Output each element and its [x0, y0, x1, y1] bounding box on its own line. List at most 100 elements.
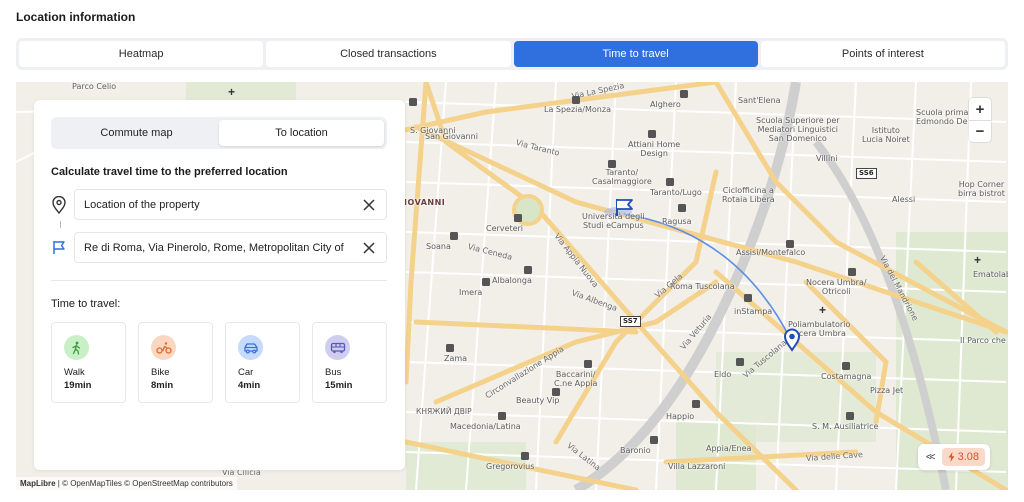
bus-stop-icon	[572, 96, 580, 104]
mode-card-bus[interactable]: Bus 15min	[312, 322, 387, 403]
origin-value: Location of the property	[84, 198, 200, 211]
shop-icon	[648, 130, 656, 138]
segment-commute-map[interactable]: Commute map	[54, 120, 219, 146]
destination-flag-marker[interactable]	[614, 198, 636, 218]
map-label: Cerveteri	[486, 224, 524, 233]
map-label: Soana	[426, 242, 451, 251]
time-to-travel-title: Time to travel:	[51, 298, 121, 310]
map-label: Albalonga	[492, 276, 532, 285]
segment-to-location[interactable]: To location	[219, 120, 384, 146]
shop-icon	[744, 294, 752, 302]
score-badge: 3.08	[941, 448, 985, 466]
road-shield-ss6: SS6	[856, 168, 877, 179]
shop-icon	[552, 388, 560, 396]
mode-card-bike[interactable]: Bike 8min	[138, 322, 213, 403]
map-label: inStampa	[734, 307, 773, 316]
map-label: Scuola Superiore per Mediatori Linguisti…	[756, 116, 840, 144]
bus-stop-icon	[498, 412, 506, 420]
flag-icon	[53, 241, 65, 254]
mode-card-car[interactable]: Car 4min	[225, 322, 300, 403]
bus-stop-icon	[678, 204, 686, 212]
mode-card-walk[interactable]: Walk 19min	[51, 322, 126, 403]
mode-name: Car	[238, 367, 254, 378]
walk-icon	[64, 335, 89, 360]
clear-destination-icon[interactable]	[362, 241, 376, 255]
map-label: San Giovanni	[425, 132, 478, 141]
zoom-in-button[interactable]: +	[969, 98, 991, 120]
lightning-icon	[948, 452, 955, 462]
zoom-out-button[interactable]: −	[969, 120, 991, 142]
mode-time: 15min	[325, 380, 353, 391]
map-label: Appia/Enea	[706, 444, 752, 453]
map-label: Il Parco che non	[960, 336, 1008, 345]
shop-icon	[736, 358, 744, 366]
score-value: 3.08	[957, 451, 979, 463]
road-shield-ss7: SS7	[620, 316, 641, 327]
travel-modes: Walk 19min Bike 8min Car 4min Bus 15min	[51, 322, 387, 403]
map-label: Assisi/Montefalco	[736, 248, 806, 257]
map-label: Villini	[816, 154, 838, 163]
mode-name: Walk	[64, 367, 85, 378]
map-label: Sant'Elena	[738, 96, 781, 105]
collapse-button[interactable]: <<	[926, 452, 936, 463]
bus-stop-icon	[846, 412, 854, 420]
map-label: Imera	[459, 288, 483, 297]
tab-time-to-travel[interactable]: Time to travel	[513, 41, 758, 67]
tab-points-of-interest[interactable]: Points of interest	[760, 41, 1005, 67]
map-label: Taranto/ Casalmaggiore	[592, 168, 652, 187]
bus-icon	[325, 335, 350, 360]
bus-stop-icon	[521, 452, 529, 460]
map-label: Nocera Umbra/ Otricoli	[806, 278, 867, 297]
mode-time: 4min	[238, 380, 261, 391]
pin-icon	[52, 196, 66, 214]
map-label: Ragusa	[662, 217, 692, 226]
origin-row: Location of the property	[51, 189, 387, 221]
calc-title: Calculate travel time to the preferred l…	[51, 166, 288, 178]
bus-stop-icon	[450, 232, 458, 240]
location-tabs: Heatmap Closed transactions Time to trav…	[16, 38, 1008, 70]
bus-stop-icon	[514, 214, 522, 222]
map-label: Ciclofficina a Rotaia Libera	[722, 186, 775, 205]
bus-stop-icon	[608, 160, 616, 168]
property-pin-marker[interactable]	[783, 328, 801, 352]
route-connector	[60, 221, 61, 228]
attribution-brand-link[interactable]: MapLibre	[20, 479, 56, 488]
map-label: Pizza Jet	[870, 386, 904, 395]
map-label: Hop Corner birra bistrot	[958, 180, 1005, 199]
mode-name: Bike	[151, 367, 170, 378]
map-label: Costamagna	[821, 372, 872, 381]
tab-heatmap[interactable]: Heatmap	[19, 41, 264, 67]
bike-icon	[151, 335, 176, 360]
map-attribution: MapLibre | © OpenMapTiles © OpenStreetMa…	[16, 477, 237, 490]
map-label: Taranto/Lugo	[650, 188, 702, 197]
medical-icon: +	[228, 85, 236, 99]
map-label: Villa Lazzaroni	[668, 462, 726, 471]
destination-input[interactable]: Re di Roma, Via Pinerolo, Rome, Metropol…	[74, 232, 387, 263]
bus-stop-icon	[409, 98, 417, 106]
bus-stop-icon	[848, 268, 856, 276]
mode-time: 8min	[151, 380, 174, 391]
map-label: Beauty Vip	[516, 396, 560, 405]
score-widget: << 3.08	[917, 444, 990, 470]
bus-stop-icon	[650, 436, 658, 444]
mode-name: Bus	[325, 367, 342, 378]
bus-stop-icon	[446, 344, 454, 352]
tab-closed-transactions[interactable]: Closed transactions	[266, 41, 511, 67]
clear-origin-icon[interactable]	[362, 198, 376, 212]
bus-stop-icon	[680, 90, 688, 98]
mode-segmented-control: Commute map To location	[51, 117, 387, 149]
divider	[51, 280, 387, 281]
map-label: Baccarini/ C.ne Appia	[554, 370, 598, 389]
bus-stop-icon	[842, 362, 850, 370]
map-label: КНЯЖИЙ ДВІР	[416, 407, 472, 416]
map-label: Alghero	[650, 100, 681, 109]
destination-value: Re di Roma, Via Pinerolo, Rome, Metropol…	[84, 241, 344, 254]
map-label: Ematolab	[973, 270, 1008, 279]
mode-time: 19min	[64, 380, 92, 391]
map-label: Attiani Home Design	[628, 140, 681, 159]
map-label: Macedonia/Latina	[450, 422, 521, 431]
attribution-text[interactable]: | © OpenMapTiles © OpenStreetMap contrib…	[56, 479, 233, 488]
map-label: IOVANNI	[404, 198, 446, 207]
origin-input[interactable]: Location of the property	[74, 189, 387, 220]
bus-stop-icon	[584, 360, 592, 368]
